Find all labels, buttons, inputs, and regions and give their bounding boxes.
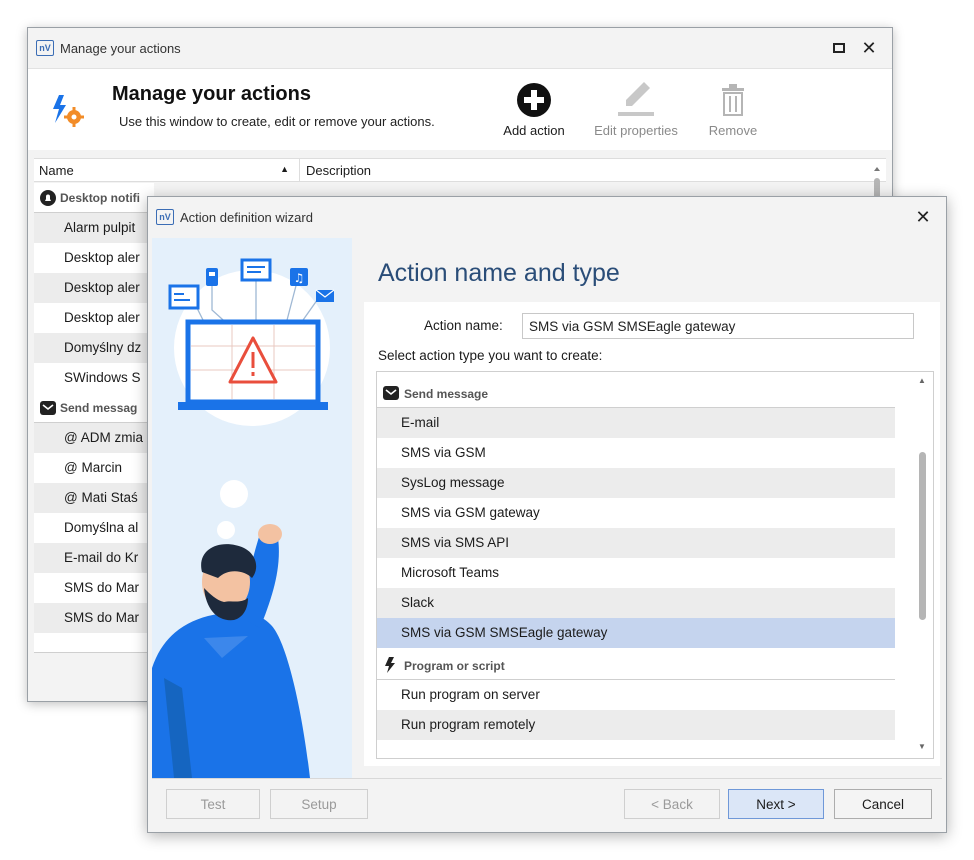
list-item[interactable]: SMS do Mar <box>34 573 154 603</box>
back-button[interactable]: < Back <box>624 789 720 819</box>
edit-properties-label: Edit properties <box>594 123 678 138</box>
list-item-sms-api[interactable]: SMS via SMS API <box>377 528 895 558</box>
action-type-list-items: Send message E-mail SMS via GSM SysLog m… <box>377 376 895 740</box>
type-list-scrollbar[interactable]: ▲ ▼ <box>913 372 933 758</box>
envelope-icon <box>40 400 56 415</box>
select-type-label: Select action type you want to create: <box>378 348 603 363</box>
action-wizard-window: nV Action definition wizard ✕ ♫ Action n… <box>147 196 947 833</box>
group-label: Send messag <box>60 400 138 415</box>
action-name-label: Action name: <box>424 318 503 333</box>
group-send-message[interactable]: Send messag <box>34 393 154 423</box>
close-button[interactable]: ✕ <box>854 33 884 63</box>
list-item[interactable]: Domyślna al <box>34 513 154 543</box>
group-label: Send message <box>404 387 489 401</box>
next-button[interactable]: Next > <box>728 789 824 819</box>
column-description-header[interactable]: Description <box>300 159 377 181</box>
scroll-up-icon[interactable]: ▲ <box>918 376 926 385</box>
group-label: Program or script <box>404 659 505 673</box>
header-title: Manage your actions <box>112 83 311 105</box>
actions-grid-header: Name ▲ Description <box>34 158 886 182</box>
scroll-thumb[interactable] <box>919 452 926 620</box>
sort-ascending-icon: ▲ <box>280 164 289 174</box>
trash-icon <box>722 84 744 116</box>
close-icon: ✕ <box>915 206 931 227</box>
list-item-email[interactable]: E-mail <box>377 408 895 438</box>
list-item-sms-gsm-gateway[interactable]: SMS via GSM gateway <box>377 498 895 528</box>
svg-text:♫: ♫ <box>294 271 305 285</box>
lightning-icon <box>385 657 395 673</box>
list-item-slack[interactable]: Slack <box>377 588 895 618</box>
actions-list: Desktop notifi Alarm pulpit Desktop aler… <box>34 183 154 653</box>
list-item[interactable]: Domyślny dz <box>34 333 154 363</box>
wizard-illustration: ♫ <box>152 238 352 778</box>
list-item[interactable]: E-mail do Kr <box>34 543 154 573</box>
remove-button[interactable]: Remove <box>698 77 768 138</box>
wizard-close-button[interactable]: ✕ <box>908 202 938 232</box>
setup-button[interactable]: Setup <box>270 789 368 819</box>
app-logo-icon: nV <box>156 209 174 225</box>
action-type-list[interactable]: Send message E-mail SMS via GSM SysLog m… <box>376 371 934 759</box>
column-name-label: Name <box>39 163 74 178</box>
pencil-icon <box>618 82 654 116</box>
list-item[interactable]: @ ADM zmia <box>34 423 154 453</box>
manage-actions-titlebar[interactable]: nV Manage your actions ✕ <box>28 28 892 68</box>
list-item[interactable]: Desktop aler <box>34 243 154 273</box>
wizard-heading: Action name and type <box>378 259 620 287</box>
list-divider <box>34 652 154 653</box>
list-item[interactable]: Desktop aler <box>34 303 154 333</box>
alert-bell-icon <box>40 189 56 206</box>
app-logo-icon: nV <box>36 40 54 56</box>
list-item-sms-gsm[interactable]: SMS via GSM <box>377 438 895 468</box>
manage-actions-header: Manage your actions Use this window to c… <box>28 68 892 150</box>
add-circle-icon <box>517 83 551 117</box>
list-item[interactable]: SMS do Mar <box>34 603 154 633</box>
wizard-content: Action name: Select action type you want… <box>364 302 940 766</box>
envelope-icon <box>383 386 399 400</box>
maximize-icon <box>833 43 845 53</box>
list-item[interactable]: @ Marcin <box>34 453 154 483</box>
list-item[interactable]: Alarm pulpit <box>34 213 154 243</box>
edit-properties-button[interactable]: Edit properties <box>584 77 688 138</box>
group-send-message[interactable]: Send message <box>377 376 895 408</box>
list-item[interactable]: SWindows S <box>34 363 154 393</box>
column-description-label: Description <box>306 163 372 178</box>
list-item-run-on-server[interactable]: Run program on server <box>377 680 895 710</box>
actions-lightning-gear-icon <box>53 95 84 127</box>
close-icon: ✕ <box>861 37 877 58</box>
wizard-button-bar: Test Setup < Back Next > Cancel <box>152 778 942 828</box>
action-name-input[interactable] <box>522 313 914 339</box>
column-name-header[interactable]: Name ▲ <box>34 159 300 181</box>
list-item-smseagle-selected[interactable]: SMS via GSM SMSEagle gateway <box>377 618 895 648</box>
group-program-or-script[interactable]: Program or script <box>377 648 895 680</box>
scroll-down-icon[interactable]: ▼ <box>918 742 926 751</box>
test-button[interactable]: Test <box>166 789 260 819</box>
thinking-person-illustration: ♫ <box>152 258 335 778</box>
list-item-microsoft-teams[interactable]: Microsoft Teams <box>377 558 895 588</box>
remove-label: Remove <box>708 123 758 138</box>
add-action-button[interactable]: Add action <box>494 77 574 138</box>
cancel-button[interactable]: Cancel <box>834 789 932 819</box>
maximize-button[interactable] <box>824 33 854 63</box>
group-desktop-notifications[interactable]: Desktop notifi <box>34 183 154 213</box>
add-action-label: Add action <box>503 123 565 138</box>
list-item-syslog[interactable]: SysLog message <box>377 468 895 498</box>
header-subtitle: Use this window to create, edit or remov… <box>119 114 435 129</box>
list-item[interactable]: Desktop aler <box>34 273 154 303</box>
list-item-run-remotely[interactable]: Run program remotely <box>377 710 895 740</box>
window-title: Manage your actions <box>60 40 181 56</box>
list-item[interactable]: @ Mati Staś <box>34 483 154 513</box>
group-label: Desktop notifi <box>60 190 140 205</box>
wizard-title: Action definition wizard <box>180 209 313 225</box>
wizard-titlebar[interactable]: nV Action definition wizard ✕ <box>148 197 946 237</box>
